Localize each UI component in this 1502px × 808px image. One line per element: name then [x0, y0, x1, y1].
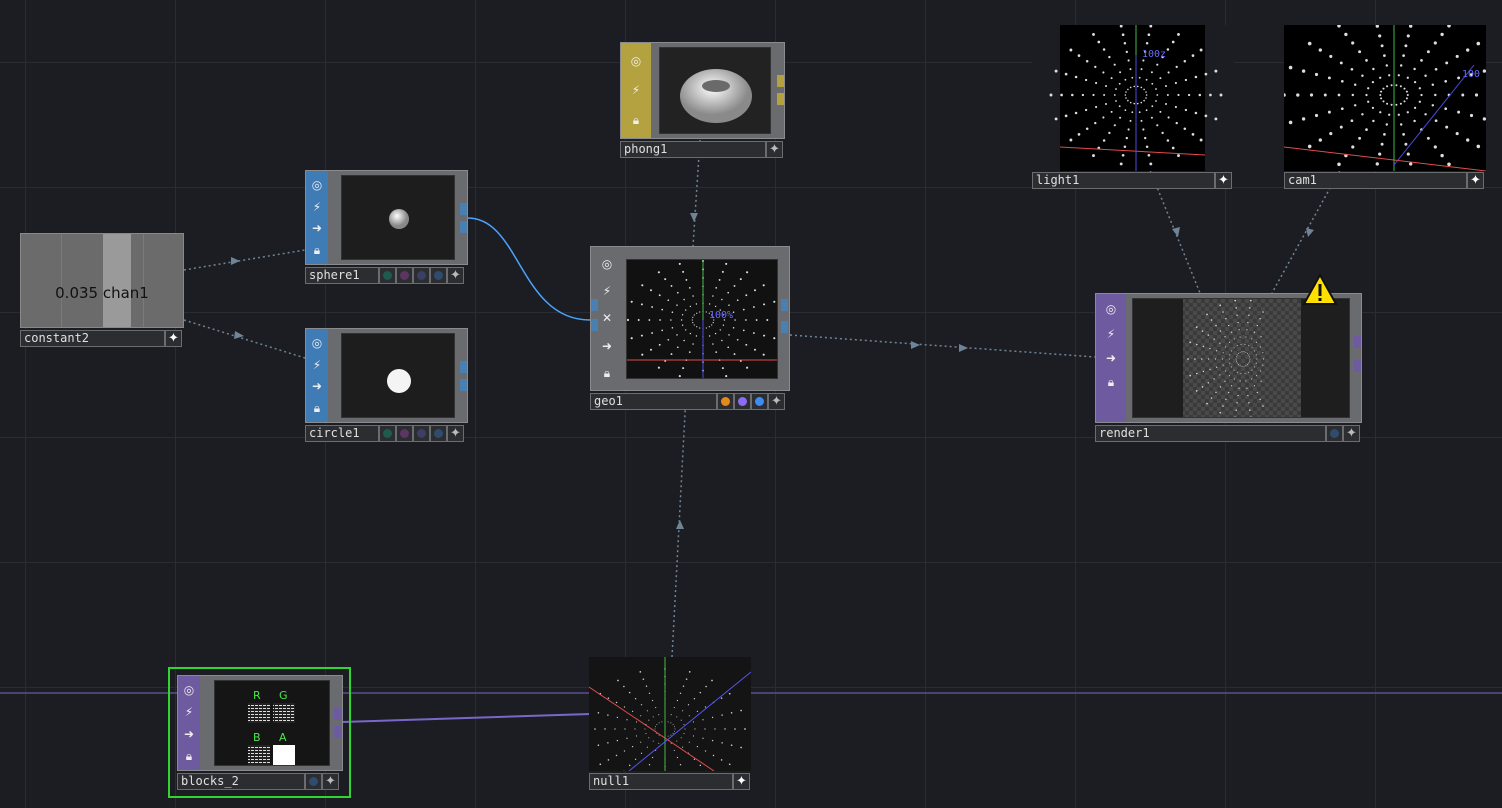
lightning-icon[interactable]: ⚡ — [180, 703, 198, 721]
render-flag[interactable] — [396, 267, 413, 284]
circle1-viewer[interactable] — [341, 333, 455, 418]
plus-icon[interactable]: ✦ — [766, 141, 783, 158]
null1-viewer[interactable] — [589, 657, 751, 771]
arrow-right-icon[interactable]: ➜ — [1102, 349, 1120, 367]
arrow-right-icon[interactable]: ➜ — [598, 337, 616, 355]
geo1-label[interactable]: geo1 — [590, 393, 717, 410]
sphere1-viewer[interactable] — [341, 175, 455, 260]
lightning-icon[interactable]: ⚡ — [308, 198, 326, 216]
wire-sphere1-geo1 — [467, 217, 591, 321]
display-flag[interactable] — [717, 393, 734, 410]
cam1-viewer[interactable]: 100 — [1284, 25, 1486, 171]
light1-viewer[interactable]: 100z — [1032, 25, 1234, 171]
bypass-flag[interactable] — [751, 393, 768, 410]
render1-viewer[interactable] — [1132, 298, 1350, 418]
render-flag[interactable] — [734, 393, 751, 410]
circle1-label[interactable]: circle1 — [305, 425, 379, 442]
display-flag[interactable] — [379, 267, 396, 284]
constant2-viewer[interactable]: 0.035 chan1 — [20, 233, 184, 328]
plus-icon[interactable]: ✦ — [447, 267, 464, 284]
lock-icon[interactable]: 🔒︎ — [1102, 373, 1120, 391]
geo1-viewer[interactable]: 100% — [626, 259, 778, 379]
bypass-flag[interactable] — [430, 267, 447, 284]
target-icon[interactable]: ◎ — [627, 52, 645, 70]
template-flag[interactable] — [413, 425, 430, 442]
target-icon[interactable]: ◎ — [598, 255, 616, 273]
wire-geo1-render1 — [789, 334, 1096, 358]
sphere1-label[interactable]: sphere1 — [305, 267, 379, 284]
lightning-icon[interactable]: ⚡ — [1102, 325, 1120, 343]
target-icon[interactable]: ◎ — [308, 176, 326, 194]
phong1-viewer[interactable] — [659, 47, 771, 134]
plus-icon[interactable]: ✦ — [768, 393, 785, 410]
blocks-2-viewer[interactable]: R G B A — [214, 680, 330, 766]
warning-icon[interactable] — [1302, 273, 1338, 307]
light1-label[interactable]: light1 — [1032, 172, 1215, 189]
constant2-value: 0.035 chan1 — [55, 284, 149, 302]
lightning-icon[interactable]: ⚡ — [308, 356, 326, 374]
light1-overlay: 100z — [1142, 49, 1166, 60]
blocks-2-label[interactable]: blocks_2 — [177, 773, 305, 790]
cam1-label[interactable]: cam1 — [1284, 172, 1467, 189]
lightning-icon[interactable]: ⚡ — [598, 282, 616, 300]
geo1-points: 100% — [627, 260, 777, 378]
lock-icon[interactable]: 🔒︎ — [627, 111, 645, 129]
plus-icon[interactable]: ✦ — [1467, 172, 1484, 189]
plus-icon[interactable]: ✦ — [322, 773, 339, 790]
target-icon[interactable]: ◎ — [180, 681, 198, 699]
cam1-overlay: 100 — [1462, 69, 1480, 80]
display-flag[interactable] — [379, 425, 396, 442]
lock-icon[interactable]: 🔒︎ — [598, 364, 616, 382]
null1-label[interactable]: null1 — [589, 773, 733, 790]
constant2-label[interactable]: constant2 — [20, 330, 165, 347]
arrow-right-icon[interactable]: ➜ — [180, 725, 198, 743]
render-flag[interactable] — [396, 425, 413, 442]
plus-icon[interactable]: ✦ — [733, 773, 750, 790]
wire-constant2-sphere1 — [183, 249, 306, 271]
plus-icon[interactable]: ✦ — [447, 425, 464, 442]
plus-icon[interactable]: ✦ — [1343, 425, 1360, 442]
lock-icon[interactable]: 🔒︎ — [308, 241, 326, 259]
lock-icon[interactable]: 🔒︎ — [308, 399, 326, 417]
template-flag[interactable] — [413, 267, 430, 284]
wire-blocks-null1 — [341, 713, 591, 723]
arrow-right-icon[interactable]: ➜ — [308, 377, 326, 395]
arrow-right-icon[interactable]: ➜ — [308, 219, 326, 237]
target-icon[interactable]: ◎ — [1102, 300, 1120, 318]
plus-icon[interactable]: ✦ — [165, 330, 182, 347]
geo1-overlay: 100% — [709, 310, 733, 321]
bypass-flag[interactable] — [430, 425, 447, 442]
x-icon[interactable]: ✕ — [598, 309, 616, 327]
lock-icon[interactable]: 🔒︎ — [180, 747, 198, 765]
display-flag[interactable] — [305, 773, 322, 790]
phong1-label[interactable]: phong1 — [620, 141, 766, 158]
render1-label[interactable]: render1 — [1095, 425, 1326, 442]
lightning-icon[interactable]: ⚡ — [627, 81, 645, 99]
plus-icon[interactable]: ✦ — [1215, 172, 1232, 189]
wire-constant2-circle1 — [183, 319, 306, 359]
display-flag[interactable] — [1326, 425, 1343, 442]
target-icon[interactable]: ◎ — [308, 334, 326, 352]
